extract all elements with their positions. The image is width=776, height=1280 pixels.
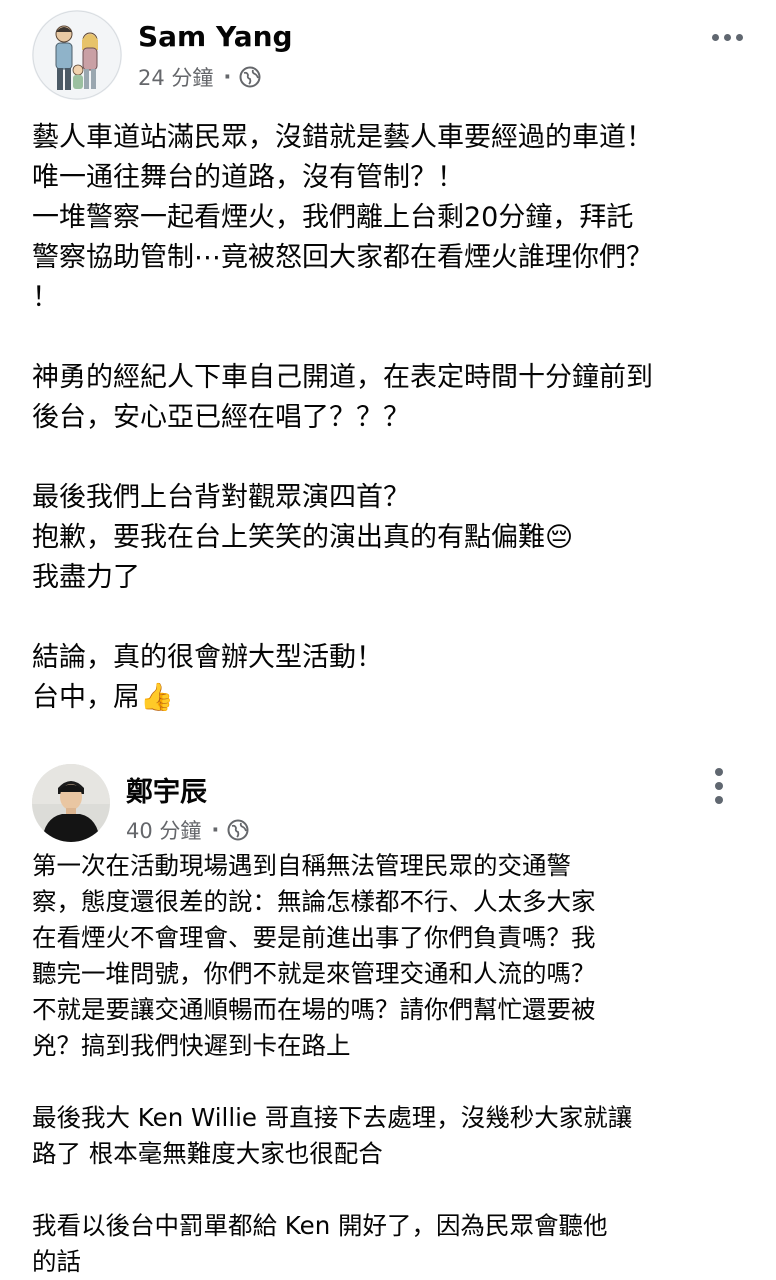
post-body: 藝人車道站滿民眾，沒錯就是藝人車要經過的車道！ 唯一通往舞台的道路，沒有管制？！ 一… (32, 118, 762, 718)
post-text-line: 警察協助管制⋯竟被怒回大家都在看煙火誰理你們？ (32, 242, 653, 273)
post-text-line: 最後我們上台背對觀眾演四首？ (32, 482, 410, 513)
post-text-line: ！ (32, 282, 59, 313)
post-zheng-yuchen: 鄭宇辰 40 分鐘 · 第一次在活動現場遇到自稱無法管理民眾的交通警 察，態度還很… (0, 740, 776, 1280)
post-text-line: 我盡力了 (32, 562, 140, 593)
paragraph-break (32, 318, 762, 358)
avatar-photo (32, 764, 110, 842)
avatar-illustration (32, 10, 122, 100)
post-text-line: 聽完一堆問號，你們不就是來管理交通和人流的嗎？ (32, 959, 596, 988)
avatar[interactable] (32, 10, 122, 100)
globe-icon (227, 819, 249, 841)
meta-separator: · (211, 818, 220, 842)
post-text-line: 路了 根本毫無難度大家也很配合 (32, 1139, 383, 1168)
paragraph-break (32, 598, 762, 638)
post-text-line: 第一次在活動現場遇到自稱無法管理民眾的交通警 (32, 851, 571, 880)
post-meta: 24 分鐘 · (138, 62, 261, 92)
post-text-line: 抱歉，要我在台上笑笑的演出真的有點偏難😔 (32, 522, 574, 553)
post-text-line: 我看以後台中罰單都給 Ken 開好了，因為民眾會聽他 (32, 1211, 608, 1240)
post-text-line: 神勇的經紀人下車自己開道，在表定時間十分鐘前到 (32, 362, 653, 393)
author-name[interactable]: Sam Yang (138, 20, 293, 53)
author-name[interactable]: 鄭宇辰 (126, 770, 207, 809)
paragraph-break (32, 1064, 752, 1100)
post-text-line: 結論，真的很會辦大型活動！ (32, 642, 383, 673)
post-body: 第一次在活動現場遇到自稱無法管理民眾的交通警 察，態度還很差的說：無論怎樣都不行、… (32, 848, 752, 1280)
paragraph-break (32, 1172, 752, 1208)
post-text-line: 的話 (32, 1247, 81, 1276)
timestamp[interactable]: 40 分鐘 (126, 815, 201, 845)
meta-separator: · (223, 65, 232, 89)
post-text-line: 一堆警察一起看煙火，我們離上台剩20分鐘，拜託 (32, 202, 634, 233)
post-text-line: 台中，屌👍 (32, 682, 174, 713)
post-meta: 40 分鐘 · (126, 815, 249, 845)
post-text-line: 藝人車道站滿民眾，沒錯就是藝人車要經過的車道！ (32, 122, 653, 153)
post-text-line: 在看煙火不會理會、要是前進出事了你們負責嗎？我 (32, 923, 596, 952)
post-text-line: 最後我大 Ken Willie 哥直接下去處理，沒幾秒大家就讓 (32, 1103, 633, 1132)
more-options-icon[interactable] (715, 768, 723, 804)
post-text-line: 後台，安心亞已經在唱了？？？ (32, 402, 410, 433)
post-text-line: 不就是要讓交通順暢而在場的嗎？請你們幫忙還要被 (32, 995, 596, 1024)
post-text-line: 唯一通往舞台的道路，沒有管制？！ (32, 162, 464, 193)
paragraph-break (32, 438, 762, 478)
post-text-line: 察，態度還很差的說：無論怎樣都不行、人太多大家 (32, 887, 596, 916)
avatar[interactable] (32, 764, 110, 842)
globe-icon (239, 66, 261, 88)
post-text-line: 兇？搞到我們快遲到卡在路上 (32, 1031, 351, 1060)
more-options-icon[interactable] (712, 34, 743, 41)
post-sam-yang: Sam Yang 24 分鐘 · 藝人車道站滿民眾，沒錯就是藝人車要經過的車道！… (0, 0, 776, 740)
timestamp[interactable]: 24 分鐘 (138, 62, 213, 92)
